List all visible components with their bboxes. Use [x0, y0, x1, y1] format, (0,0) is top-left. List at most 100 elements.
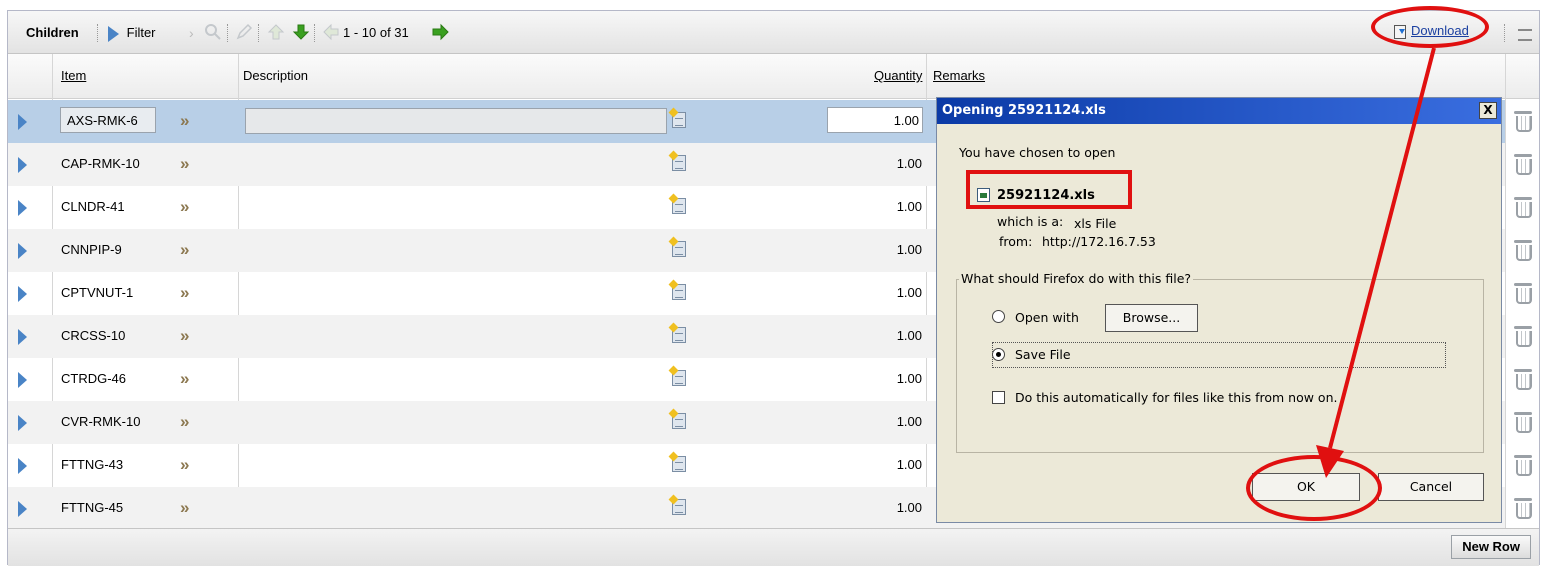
description-note-icon[interactable]: [672, 456, 686, 472]
row-expand-icon[interactable]: [18, 458, 27, 474]
delete-row-icon[interactable]: [1514, 369, 1532, 390]
item-cell: CNNPIP-9: [61, 242, 122, 257]
quantity-cell: 1.00: [896, 328, 922, 343]
row-expand-icon[interactable]: [18, 286, 27, 302]
toolbar-separator: [227, 24, 229, 42]
save-file-label[interactable]: Save File: [1015, 347, 1071, 362]
move-down-icon[interactable]: [292, 23, 310, 43]
description-note-icon[interactable]: [672, 284, 686, 300]
delete-row-icon[interactable]: [1514, 283, 1532, 304]
description-note-icon[interactable]: [672, 499, 686, 515]
description-note-icon[interactable]: [672, 241, 686, 257]
auto-label[interactable]: Do this automatically for files like thi…: [1015, 390, 1337, 405]
row-expand-icon[interactable]: [18, 329, 27, 345]
row-expand-icon[interactable]: [18, 501, 27, 517]
quantity-cell: 1.00: [896, 414, 922, 429]
prev-page-icon[interactable]: [322, 23, 340, 43]
column-header-quantity[interactable]: Quantity: [874, 68, 922, 83]
quantity-cell: 1.00: [896, 371, 922, 386]
description-note-icon[interactable]: [672, 198, 686, 214]
move-up-icon[interactable]: [267, 23, 285, 43]
search-icon[interactable]: [204, 23, 222, 43]
delete-row-icon[interactable]: [1514, 498, 1532, 519]
open-with-radio[interactable]: [992, 310, 1005, 323]
row-expand-icon[interactable]: [18, 114, 27, 130]
column-header-item[interactable]: Item: [61, 68, 86, 83]
column-header-description[interactable]: Description: [243, 68, 308, 83]
item-lookup-icon[interactable]: »: [180, 283, 189, 303]
chosen-text: You have chosen to open: [959, 145, 1116, 160]
next-page-icon[interactable]: [430, 23, 450, 43]
pagination-status: 1 - 10 of 31: [343, 25, 409, 40]
item-lookup-icon[interactable]: »: [180, 197, 189, 217]
item-lookup-icon[interactable]: »: [180, 154, 189, 174]
file-type-label: which is a:: [997, 214, 1064, 229]
filter-expand-icon[interactable]: ›: [189, 23, 194, 43]
item-lookup-icon[interactable]: »: [180, 326, 189, 346]
delete-row-icon[interactable]: [1514, 240, 1532, 261]
description-note-icon[interactable]: [672, 327, 686, 343]
toolbar-separator: [1504, 24, 1506, 42]
new-row-button[interactable]: New Row: [1451, 535, 1531, 559]
filename-highlight-box: [966, 170, 1132, 209]
column-divider: [1505, 54, 1506, 540]
quantity-cell: 1.00: [896, 242, 922, 257]
open-with-label[interactable]: Open with: [1015, 310, 1079, 325]
quantity-cell: 1.00: [896, 500, 922, 515]
download-dialog: Opening 25921124.xls X You have chosen t…: [936, 97, 1502, 523]
description-note-icon[interactable]: [672, 155, 686, 171]
download-highlight-ellipse: [1371, 6, 1489, 48]
item-lookup-icon[interactable]: »: [180, 369, 189, 389]
dialog-close-button[interactable]: X: [1479, 102, 1497, 119]
grid-toolbar: Children Filter › 1 - 10 of 31 Download: [8, 11, 1539, 54]
description-note-icon[interactable]: [672, 370, 686, 386]
save-file-radio[interactable]: [992, 348, 1005, 361]
delete-row-icon[interactable]: [1514, 197, 1532, 218]
toolbar-separator: [258, 24, 260, 42]
item-cell: CPTVNUT-1: [61, 285, 134, 300]
toolbar-separator: [314, 24, 316, 42]
item-cell[interactable]: AXS-RMK-6: [60, 107, 156, 133]
edit-icon[interactable]: [235, 23, 253, 43]
item-lookup-icon[interactable]: »: [180, 240, 189, 260]
ok-highlight-ellipse: [1246, 455, 1382, 521]
auto-checkbox[interactable]: [992, 391, 1005, 404]
cancel-button[interactable]: Cancel: [1378, 473, 1484, 501]
item-lookup-icon[interactable]: »: [180, 498, 189, 518]
delete-row-icon[interactable]: [1514, 455, 1532, 476]
row-expand-icon[interactable]: [18, 200, 27, 216]
from-value: http://172.16.7.53: [1042, 234, 1156, 249]
column-menu-icon[interactable]: [1518, 29, 1532, 41]
item-cell: CRCSS-10: [61, 328, 126, 343]
quantity-input[interactable]: 1.00: [827, 107, 923, 133]
filter-label: Filter: [126, 25, 156, 40]
item-lookup-icon[interactable]: »: [180, 455, 189, 475]
quantity-cell: 1.00: [896, 285, 922, 300]
row-expand-icon[interactable]: [18, 415, 27, 431]
item-cell: CVR-RMK-10: [61, 414, 141, 429]
grid-footer: New Row: [8, 528, 1539, 566]
item-cell: CLNDR-41: [61, 199, 125, 214]
row-expand-icon[interactable]: [18, 157, 27, 173]
browse-button[interactable]: Browse...: [1105, 304, 1198, 332]
column-header-remarks[interactable]: Remarks: [933, 68, 985, 83]
toolbar-separator: [97, 24, 99, 42]
quantity-cell: 1.00: [896, 156, 922, 171]
description-note-icon[interactable]: [672, 413, 686, 429]
file-type-value: xls File: [1074, 216, 1117, 231]
delete-row-icon[interactable]: [1514, 412, 1532, 433]
filter-button[interactable]: Filter: [108, 23, 156, 43]
delete-row-icon[interactable]: [1514, 111, 1532, 132]
delete-row-icon[interactable]: [1514, 326, 1532, 347]
dialog-title: Opening 25921124.xls: [937, 98, 1501, 124]
item-lookup-icon[interactable]: »: [180, 111, 189, 131]
filter-arrow-icon: [108, 25, 119, 42]
description-note-icon[interactable]: [672, 112, 686, 128]
from-label: from:: [999, 234, 1033, 249]
item-lookup-icon[interactable]: »: [180, 412, 189, 432]
description-input[interactable]: [245, 108, 667, 134]
quantity-cell: 1.00: [896, 457, 922, 472]
row-expand-icon[interactable]: [18, 372, 27, 388]
row-expand-icon[interactable]: [18, 243, 27, 259]
delete-row-icon[interactable]: [1514, 154, 1532, 175]
